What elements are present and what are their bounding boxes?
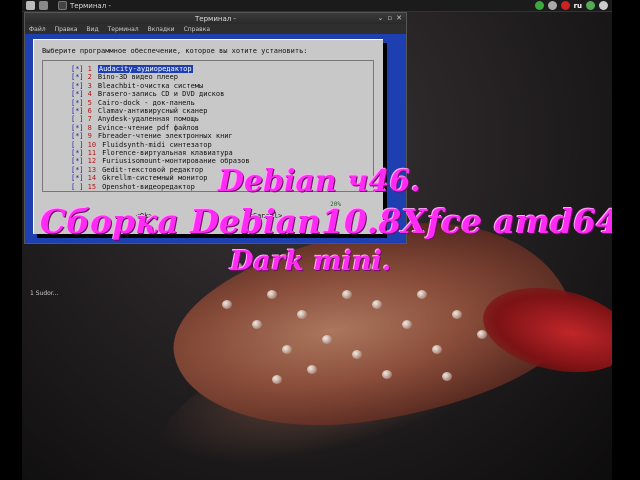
overlay-title-line2: Сборка Debian10.8Xfce amd64 [40,202,612,241]
desktop-wallpaper: Терминал - ru 1 Sudor... Терминал - ⌄ ▫ … [22,0,612,480]
checklist-item[interactable]: [ ] 15 Openshot-видеоредактор [71,183,195,192]
water-drop [222,300,232,309]
item-label: Anydesk-удаленная помощь [97,115,200,124]
item-label: Audacity-аудиоредактор [97,65,193,73]
item-label: Evince-чтение pdf файлов [97,123,200,132]
checkbox[interactable]: [ ] [71,141,84,149]
checkbox[interactable]: [*] [71,65,84,73]
overlay-title-line3: Dark mini. [230,246,392,277]
checkbox[interactable]: [*] [71,166,84,174]
network-icon[interactable] [586,1,595,10]
item-number: 1 [87,65,92,73]
dialog-prompt: Выберите программное обеспечение, которо… [42,47,308,55]
water-drop [417,290,427,299]
volume-icon[interactable] [599,1,608,10]
item-label: Cairo-dock - док-панель [97,98,195,107]
overlay-title-line1: Debian ч46. [218,164,421,199]
maximize-icon[interactable]: ▫ [387,14,392,22]
water-drop [432,345,442,354]
checkbox[interactable]: [*] [71,99,84,107]
water-drop [477,330,487,339]
menu-help[interactable]: Справка [184,26,210,33]
taskbar-terminal-button[interactable]: Терминал - [58,1,111,10]
terminal-title: Терминал - [195,14,236,23]
checkbox[interactable]: [*] [71,132,84,140]
water-drop [297,310,307,319]
item-label: Florence-виртуальная клавиатура [102,149,233,157]
item-number: 3 [87,81,92,90]
update-icon[interactable] [534,1,544,10]
water-drop [322,335,332,344]
item-number: 12 [87,157,97,166]
checkbox[interactable]: [*] [71,157,84,165]
item-number: 8 [87,123,92,132]
item-label: Openshot-видеоредактор [102,182,195,191]
minimize-icon[interactable]: ⌄ [378,14,384,22]
item-number: 14 [87,174,97,183]
close-icon[interactable]: ✕ [396,14,402,22]
checkbox[interactable]: [*] [71,174,84,182]
checkbox[interactable]: [*] [71,149,84,157]
item-number: 5 [87,98,92,107]
checkbox[interactable]: [ ] [71,183,84,191]
item-number: 7 [87,115,92,124]
water-drop [252,320,262,329]
water-drop [272,375,282,384]
item-label: Gedit-текстовой редактор [102,165,204,174]
keyboard-layout-indicator[interactable]: ru [574,2,582,10]
menu-view[interactable]: Вид [86,26,98,33]
water-drop [382,370,392,379]
item-number: 10 [87,140,97,149]
item-number: 9 [87,132,92,141]
water-drop [452,310,462,319]
menu-terminal[interactable]: Терминал [108,26,139,33]
item-label: Bino-3D видео плеер [97,73,178,82]
menu-edit[interactable]: Правка [55,26,78,33]
item-label: Fluidsynth-midi синтезатор [102,140,212,149]
item-number: 4 [87,90,92,99]
desktop-icon-label[interactable]: 1 Sudor... [30,290,58,297]
item-label: Gkrellm-системный монитор [102,174,208,183]
water-drop [282,345,292,354]
menu-file[interactable]: Файл [29,26,46,33]
top-panel: Терминал - ru [22,0,612,12]
water-drop [352,350,362,359]
checkbox[interactable]: [*] [71,124,84,132]
terminal-titlebar[interactable]: Терминал - ⌄ ▫ ✕ [25,13,406,24]
checkbox[interactable]: [*] [71,73,84,81]
whisker-menu-icon[interactable] [26,1,35,10]
item-label: Clamav-антивирусный сканер [97,107,208,115]
water-drop [307,365,317,374]
checkbox[interactable]: [ ] [71,115,84,123]
water-drop [342,290,352,299]
water-drop [372,300,382,309]
item-label: Brasero-запись CD и DVD дисков [97,90,225,99]
item-number: 13 [87,165,97,174]
menu-tabs[interactable]: Вкладки [148,26,175,33]
water-drop [267,290,277,299]
item-label: Fbreader-чтение электронных книг [97,132,233,141]
water-drop [442,372,452,381]
power-icon[interactable] [560,1,570,10]
clipboard-icon[interactable] [547,1,557,10]
taskbar-terminal-label: Терминал - [70,1,111,10]
item-label: Bleachbit-очистка системы [97,81,204,90]
item-number: 6 [87,107,92,115]
water-drop [402,320,412,329]
checkbox[interactable]: [*] [71,90,84,98]
terminal-icon [58,1,67,10]
checkbox[interactable]: [*] [71,107,84,115]
item-number: 11 [87,149,97,157]
checkbox[interactable]: [*] [71,82,84,90]
item-number: 15 [87,182,97,191]
item-number: 2 [87,73,92,82]
system-tray: ru [534,1,608,10]
terminal-menubar: Файл Правка Вид Терминал Вкладки Справка [25,24,406,34]
workspace-icon[interactable] [39,1,48,10]
